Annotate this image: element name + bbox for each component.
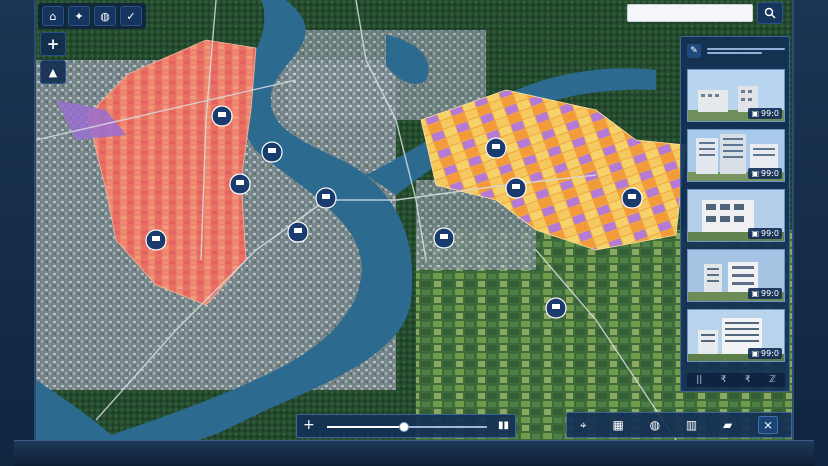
camera-icon: ▣ [751, 109, 760, 118]
bottom-toolbar: ⌖ ▦ ◍ ▥ ▰ ⨯ [566, 412, 792, 438]
map-marker[interactable] [505, 177, 527, 199]
globe-icon[interactable]: ◍ [94, 6, 116, 26]
map-marker[interactable] [211, 105, 233, 127]
listing-thumbnail[interactable]: ▣ 99:0 [687, 309, 785, 362]
panel-header: ✎ [687, 43, 785, 59]
folder-icon[interactable]: ▰ [723, 418, 732, 432]
map-marker[interactable] [545, 297, 567, 319]
footer-glyph[interactable]: ₹ [745, 375, 751, 385]
map-marker[interactable] [287, 221, 309, 243]
zoom-plus-button[interactable]: + [303, 417, 315, 433]
location-pin-icon[interactable]: ⌖ [580, 418, 587, 433]
bar-chart-icon[interactable]: ▮▮ [498, 420, 509, 431]
search-button[interactable] [757, 2, 783, 24]
search-input[interactable] [627, 4, 753, 22]
home-icon[interactable]: ⌂ [42, 6, 64, 26]
listing-label: ▣ 99:0 [748, 168, 782, 179]
close-icon[interactable]: ⨯ [757, 416, 779, 434]
chart-icon[interactable]: ▥ [686, 418, 697, 432]
map-toolbar: ⌂ ✦ ◍ ✓ [38, 3, 146, 29]
listing-label: ▣ 99:0 [748, 288, 782, 299]
map-marker[interactable] [433, 227, 455, 249]
footer-glyph[interactable]: ₹ [721, 375, 727, 385]
building-icon[interactable]: ▲ [40, 60, 66, 84]
map-marker[interactable] [621, 187, 643, 209]
camera-icon: ▣ [751, 229, 760, 238]
map-marker[interactable] [145, 229, 167, 251]
listing-label: ▣ 99:0 [748, 108, 782, 119]
search-icon [764, 7, 776, 19]
listing-thumbnail[interactable]: ▣ 99:0 [687, 249, 785, 302]
listing-thumbnail[interactable]: ▣ 99:0 [687, 129, 785, 182]
footer-glyph[interactable]: ℤ [769, 375, 776, 385]
grid-icon[interactable]: ▦ [612, 418, 623, 432]
zoom-in-button[interactable]: + [40, 32, 66, 56]
listing-label: ▣ 99:0 [748, 348, 782, 359]
panel-title-placeholder [707, 46, 785, 56]
zoom-knob[interactable] [398, 422, 409, 432]
listing-label: ▣ 99:0 [748, 228, 782, 239]
map-marker[interactable] [485, 137, 507, 159]
check-icon[interactable]: ✓ [120, 6, 142, 26]
map-marker[interactable] [315, 187, 337, 209]
panel-footer: || ₹ ₹ ℤ [687, 373, 785, 387]
camera-icon: ▣ [751, 289, 760, 298]
camera-icon: ▣ [751, 169, 760, 178]
device-bezel [14, 440, 814, 466]
map-marker[interactable] [261, 141, 283, 163]
footer-glyph[interactable]: || [696, 375, 702, 385]
map-marker[interactable] [229, 173, 251, 195]
edit-icon[interactable]: ✎ [687, 44, 701, 58]
listings-panel: ✎ ▣ 99:0 ▣ 99:0 ▣ 99:0 ▣ 99:0 ▣ 99:0 || … [680, 36, 790, 392]
listing-thumbnail[interactable]: ▣ 99:0 [687, 189, 785, 242]
zoom-slider[interactable] [327, 422, 487, 432]
listing-thumbnail[interactable]: ▣ 99:0 [687, 69, 785, 122]
zoom-fill [327, 426, 404, 428]
zoom-bar: + ▮▮ [296, 414, 516, 438]
camera-icon: ▣ [751, 349, 760, 358]
compass-icon[interactable]: ✦ [68, 6, 90, 26]
globe-icon[interactable]: ◍ [650, 418, 660, 432]
